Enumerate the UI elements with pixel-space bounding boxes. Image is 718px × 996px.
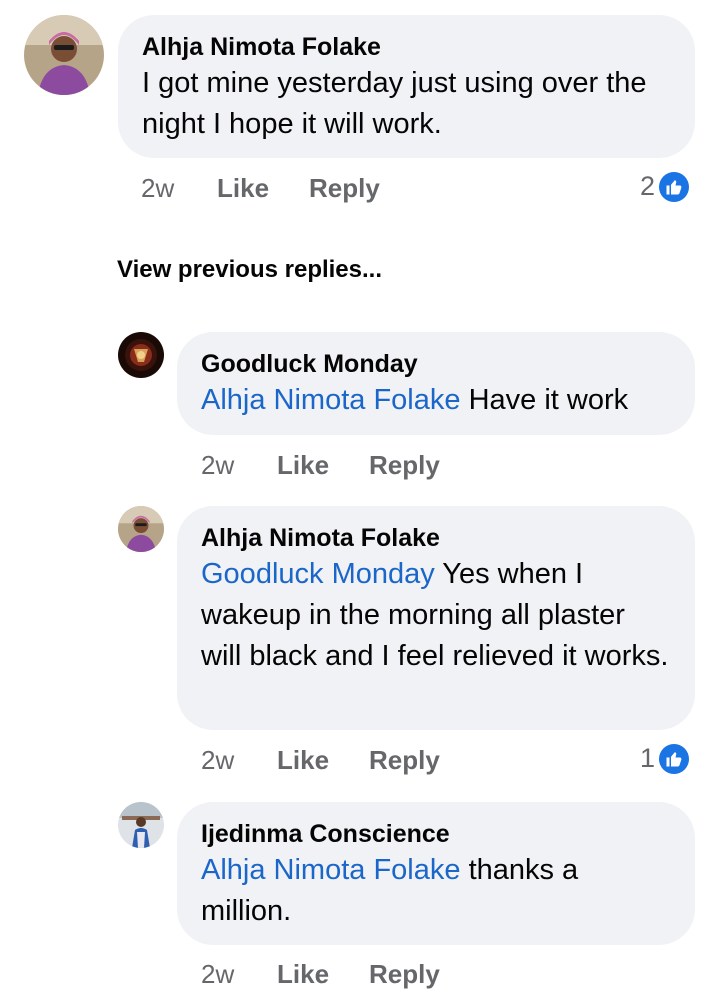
mention-link[interactable]: Alhja Nimota Folake	[201, 854, 461, 886]
avatar-alhja-image	[118, 506, 164, 552]
reply-reply-button[interactable]: Reply	[369, 958, 440, 990]
reply-actions: 2w Like Reply	[0, 744, 718, 778]
reply-text: Alhja Nimota Folake Have it work	[201, 384, 629, 416]
comment-bubble: Alhja Nimota Folake I got mine yesterday…	[118, 15, 695, 158]
comment-like-button[interactable]: Like	[217, 172, 269, 204]
avatar-goodluck-image	[118, 332, 164, 378]
avatar-ijedinma-image	[118, 802, 164, 848]
comment-reaction-count: 2	[640, 171, 656, 201]
reply-like-button[interactable]: Like	[277, 449, 329, 481]
avatar-ijedinma[interactable]	[118, 802, 164, 848]
reply-reply-button[interactable]: Reply	[369, 449, 440, 481]
comment-reactions[interactable]: 2	[640, 171, 690, 202]
reply-actions: 2w Like Reply	[0, 958, 718, 992]
avatar-alhja[interactable]	[118, 506, 164, 552]
avatar-alhja[interactable]	[24, 15, 104, 95]
comment-reply-button[interactable]: Reply	[309, 172, 380, 204]
reply-bubble: Goodluck Monday Alhja Nimota Folake Have…	[177, 332, 695, 435]
comment-text: I got mine yesterday just using over the…	[142, 67, 647, 140]
reply-like-button[interactable]: Like	[277, 958, 329, 990]
reply-author[interactable]: Goodluck Monday	[201, 348, 671, 380]
mention-link[interactable]: Goodluck Monday	[201, 558, 435, 590]
view-previous-replies-link[interactable]: View previous replies...	[117, 256, 382, 284]
reply-time[interactable]: 2w	[201, 958, 234, 990]
reply-time[interactable]: 2w	[201, 744, 234, 776]
avatar-goodluck[interactable]	[118, 332, 164, 378]
reply-author[interactable]: Ijedinma Conscience	[201, 818, 671, 850]
reply-text: Goodluck Monday Yes when I wakeup in the…	[201, 558, 669, 672]
reply-actions: 2w Like Reply	[0, 449, 718, 483]
reply-bubble: Ijedinma Conscience Alhja Nimota Folake …	[177, 802, 695, 945]
reply-like-button[interactable]: Like	[277, 744, 329, 776]
comment-actions: 2w Like Reply	[0, 172, 718, 206]
reply-bubble: Alhja Nimota Folake Goodluck Monday Yes …	[177, 506, 695, 730]
avatar-alhja-image	[24, 15, 104, 95]
thumbs-up-icon	[659, 171, 690, 202]
reply-reply-button[interactable]: Reply	[369, 744, 440, 776]
reply-reaction-count: 1	[640, 743, 656, 773]
reply-reactions[interactable]: 1	[640, 743, 690, 774]
mention-link[interactable]: Alhja Nimota Folake	[201, 384, 461, 416]
comment-time[interactable]: 2w	[141, 172, 174, 204]
reply-text: Alhja Nimota Folake thanks a million.	[201, 854, 579, 927]
comment-author[interactable]: Alhja Nimota Folake	[142, 31, 671, 63]
thumbs-up-icon	[659, 743, 690, 774]
reply-time[interactable]: 2w	[201, 449, 234, 481]
reply-author[interactable]: Alhja Nimota Folake	[201, 522, 671, 554]
